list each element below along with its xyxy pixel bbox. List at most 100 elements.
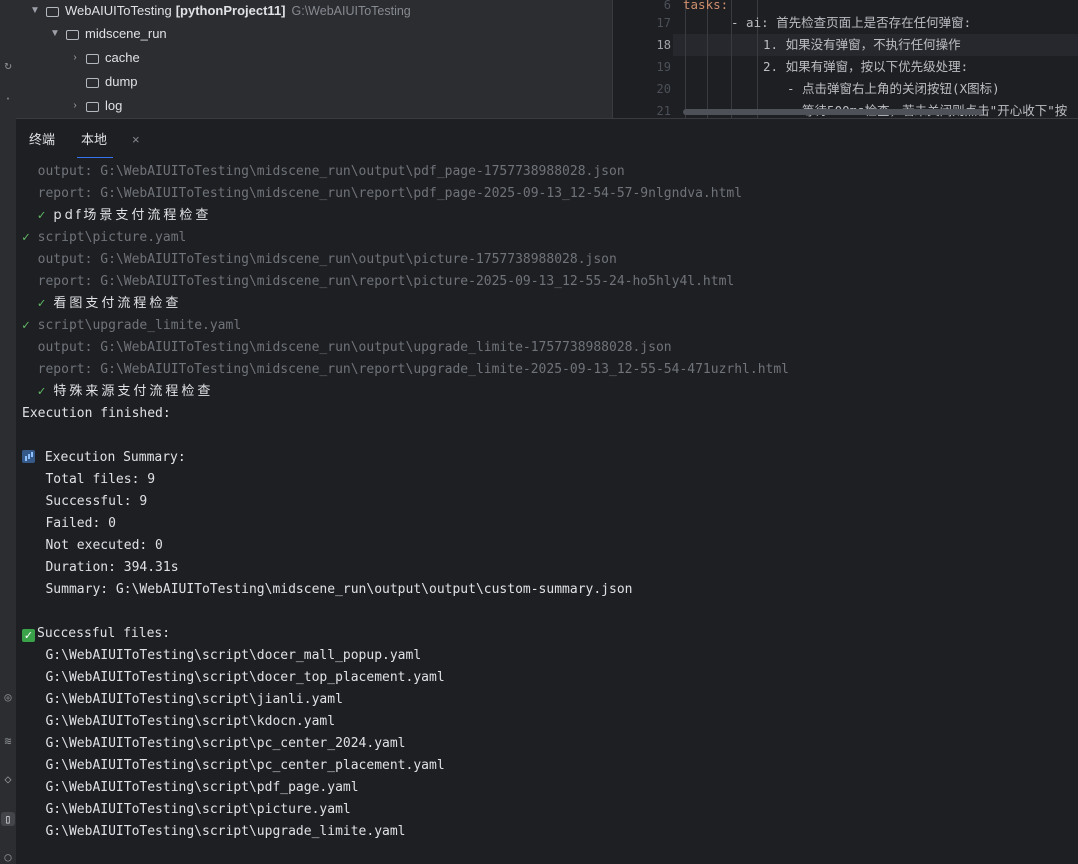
terminal-line: G:\WebAIUIToTesting\script\docer_top_pla… [22, 667, 444, 689]
terminal-line-text: 特殊来源支付流程检查 [53, 384, 214, 399]
terminal-line: G:\WebAIUIToTesting\script\upgrade_limit… [22, 821, 406, 843]
code-line: 2. 如果有弹窗，按以下优先级处理: [763, 59, 969, 74]
check-mark-icon: ✓ [22, 384, 54, 399]
terminal-line: ✓ pdf场景支付流程检查 [22, 205, 211, 227]
terminal-line: report: G:\WebAIUIToTesting\midscene_run… [22, 271, 735, 293]
terminal-line-text: G:\WebAIUIToTesting\script\upgrade_limit… [22, 824, 406, 839]
code-editor[interactable]: 6 tasks: 17 - ai: 首先检查页面上是否存在任何弹窗: 18 1.… [612, 0, 1078, 118]
chevron-right-icon[interactable]: › [68, 95, 82, 117]
terminal-line-text: G:\WebAIUIToTesting\script\picture.yaml [22, 802, 351, 817]
terminal-line-text: script\upgrade_limite.yaml [37, 318, 242, 333]
check-mark-icon: ✓ [22, 208, 54, 223]
tree-item-path: G:\WebAIUIToTesting [291, 4, 411, 18]
tree-item-label: cache [105, 50, 140, 65]
editor-horizontal-scrollbar[interactable] [683, 109, 983, 115]
tree-item-label: WebAIUIToTesting [65, 3, 172, 18]
terminal-line: output: G:\WebAIUIToTesting\midscene_run… [22, 161, 625, 183]
terminal-line-text: Summary: G:\WebAIUIToTesting\midscene_ru… [22, 582, 633, 597]
layers-icon[interactable]: ≋ [1, 734, 15, 748]
tree-item-midscene-run[interactable]: ▼ midscene_run [48, 23, 167, 45]
check-mark-icon: ✓ [22, 296, 54, 311]
line-number: 20 [656, 82, 671, 96]
line-number: 17 [656, 16, 671, 30]
chevron-down-icon[interactable]: ▼ [48, 23, 62, 45]
terminal-line-text: G:\WebAIUIToTesting\script\docer_mall_po… [22, 648, 422, 663]
terminal-line-text: script\picture.yaml [37, 230, 187, 245]
tree-item-label: dump [105, 74, 138, 89]
code-line: tasks: [683, 0, 729, 12]
tab-terminal[interactable]: 终端 [29, 119, 55, 159]
terminal-line-text: Failed: 0 [22, 516, 116, 531]
tree-item-log[interactable]: › log [68, 95, 122, 117]
project-tree: ▼ WebAIUIToTesting [pythonProject11] G:\… [16, 0, 612, 118]
check-mark-icon: ✓ [22, 318, 38, 333]
terminal-line-text: output: G:\WebAIUIToTesting\midscene_run… [22, 164, 625, 179]
terminal-line: Not executed: 0 [22, 535, 163, 557]
terminal-line-text: report: G:\WebAIUIToTesting\midscene_run… [22, 186, 743, 201]
terminal-line-text: Execution finished: [22, 406, 171, 421]
bar-chart-icon [22, 450, 35, 463]
terminal-line: Execution Summary: [22, 447, 186, 469]
terminal-line-text: report: G:\WebAIUIToTesting\midscene_run… [22, 274, 735, 289]
folder-icon [46, 7, 59, 17]
folder-icon [66, 30, 79, 40]
terminal-line-text: output: G:\WebAIUIToTesting\midscene_run… [22, 340, 672, 355]
line-number: 18 [656, 38, 671, 52]
terminal-line-text: G:\WebAIUIToTesting\script\pc_center_202… [22, 736, 406, 751]
terminal-line: ✓ script\upgrade_limite.yaml [22, 315, 241, 337]
chevron-right-icon[interactable]: › [68, 47, 82, 69]
terminal-line-text: Successful: 9 [22, 494, 148, 509]
python-packages-icon[interactable]: ◎ [1, 690, 15, 704]
terminal-line: Failed: 0 [22, 513, 116, 535]
left-tool-strip: ↻ · ◎ ≋ ◇ ▯ ○ [0, 0, 17, 864]
terminal-output[interactable]: output: G:\WebAIUIToTesting\midscene_run… [16, 158, 1078, 864]
terminal-icon[interactable]: ▯ [1, 812, 15, 826]
terminal-line: Duration: 394.31s [22, 557, 179, 579]
dot-icon[interactable]: · [1, 92, 15, 106]
terminal-line: ✓ 特殊来源支付流程检查 [22, 381, 213, 403]
tab-local[interactable]: 本地 [76, 119, 114, 159]
tree-item-label: midscene_run [85, 26, 167, 41]
tool-icon[interactable]: ↻ [1, 58, 15, 72]
terminal-line: Execution finished: [22, 403, 171, 425]
terminal-line-text: output: G:\WebAIUIToTesting\midscene_run… [22, 252, 617, 267]
terminal-line: output: G:\WebAIUIToTesting\midscene_run… [22, 337, 672, 359]
line-number: 21 [656, 104, 671, 118]
terminal-line: G:\WebAIUIToTesting\script\kdocn.yaml [22, 711, 335, 733]
terminal-line: output: G:\WebAIUIToTesting\midscene_run… [22, 249, 617, 271]
tree-item-cache[interactable]: › cache [68, 47, 140, 69]
terminal-line-text: Execution Summary: [37, 450, 186, 465]
check-mark-icon: ✓ [22, 230, 38, 245]
line-number: 19 [656, 60, 671, 74]
terminal-line: G:\WebAIUIToTesting\script\jianli.yaml [22, 689, 343, 711]
chevron-down-icon[interactable]: ▼ [28, 0, 42, 22]
terminal-line: ✓ script\picture.yaml [22, 227, 186, 249]
folder-icon [86, 102, 99, 112]
folder-icon [86, 78, 99, 88]
problems-icon[interactable]: ○ [1, 850, 15, 864]
terminal-line-text: G:\WebAIUIToTesting\script\jianli.yaml [22, 692, 343, 707]
terminal-line: Successful: 9 [22, 491, 147, 513]
folder-icon [86, 54, 99, 64]
terminal-line: report: G:\WebAIUIToTesting\midscene_run… [22, 359, 789, 381]
terminal-line-text: 看图支付流程检查 [53, 296, 182, 311]
terminal-line: G:\WebAIUIToTesting\script\pc_center_pla… [22, 755, 444, 777]
tree-item-module: [pythonProject11] [175, 3, 286, 18]
terminal-line: report: G:\WebAIUIToTesting\midscene_run… [22, 183, 742, 205]
terminal-line-text: Not executed: 0 [22, 538, 163, 553]
terminal-line: Summary: G:\WebAIUIToTesting\midscene_ru… [22, 579, 632, 601]
code-line: - 点击弹窗右上角的关闭按钮(X图标) [787, 81, 1000, 96]
terminal-line: ✓ 看图支付流程检查 [22, 293, 181, 315]
terminal-line-text: Duration: 394.31s [22, 560, 179, 575]
close-icon[interactable]: × [132, 119, 140, 159]
code-line: 1. 如果没有弹窗，不执行任何操作 [763, 37, 961, 52]
terminal-line-text: G:\WebAIUIToTesting\script\kdocn.yaml [22, 714, 336, 729]
terminal-line-text: report: G:\WebAIUIToTesting\midscene_run… [22, 362, 790, 377]
tree-item-project-root[interactable]: ▼ WebAIUIToTesting [pythonProject11] G:\… [28, 0, 411, 22]
terminal-line: G:\WebAIUIToTesting\script\pdf_page.yaml [22, 777, 358, 799]
terminal-line: G:\WebAIUIToTesting\script\docer_mall_po… [22, 645, 421, 667]
tree-item-dump[interactable]: dump [68, 71, 138, 93]
code-line: - ai: 首先检查页面上是否存在任何弹窗: [731, 15, 972, 30]
terminal-line-text: Successful files: [37, 626, 171, 641]
services-icon[interactable]: ◇ [1, 772, 15, 786]
